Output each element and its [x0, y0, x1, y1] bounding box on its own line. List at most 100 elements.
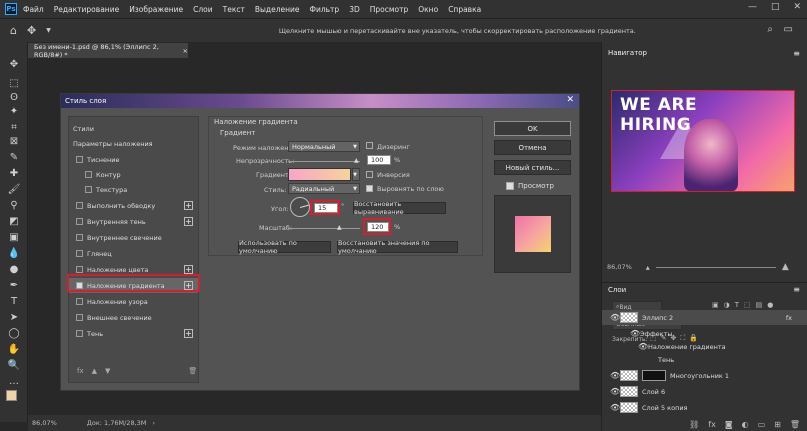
add-icon[interactable]: +: [184, 201, 193, 210]
eyedropper-icon[interactable]: ✎: [6, 150, 22, 164]
new-style-button[interactable]: Новый стиль...: [494, 160, 571, 175]
style-item-pattern-overlay[interactable]: Наложение узора: [69, 294, 198, 309]
slider-thumb-icon[interactable]: ▲: [337, 224, 342, 231]
fx-icon[interactable]: fx: [786, 314, 792, 322]
checkbox[interactable]: [76, 202, 83, 209]
menu-window[interactable]: Окно: [418, 5, 438, 14]
more-tools-icon[interactable]: …: [6, 374, 22, 388]
zoom-in-icon[interactable]: ▲: [782, 262, 789, 272]
navigator-title[interactable]: Навигатор: [608, 49, 647, 57]
reset-default-button[interactable]: Восстановить значения по умолчанию: [337, 239, 458, 255]
angle-dial[interactable]: [290, 197, 310, 217]
zoom-level[interactable]: 86,07%: [32, 419, 57, 427]
path-select-icon[interactable]: ➤: [6, 310, 22, 324]
menu-filter[interactable]: Фильтр: [310, 5, 340, 14]
marquee-tool-icon[interactable]: ⬚: [6, 76, 22, 90]
add-icon[interactable]: +: [184, 265, 193, 274]
ok-button[interactable]: OK: [494, 121, 571, 136]
checkbox[interactable]: [76, 234, 83, 241]
slider-thumb-icon[interactable]: ▲: [354, 157, 359, 164]
checkbox[interactable]: [85, 171, 92, 178]
reverse-checkbox[interactable]: [366, 171, 373, 178]
gradient-swatch[interactable]: [288, 168, 351, 181]
checkbox[interactable]: [76, 266, 83, 273]
checkbox[interactable]: [76, 314, 83, 321]
layer-row[interactable]: 👁 Эллипс 2 fx: [602, 310, 807, 325]
magic-wand-icon[interactable]: ✦: [6, 104, 22, 118]
scale-slider[interactable]: [288, 228, 360, 229]
style-item-bevel[interactable]: Тиснение: [69, 152, 198, 167]
layer-row[interactable]: 👁 Слой 6: [602, 384, 807, 399]
chevron-right-icon[interactable]: ›: [152, 419, 155, 427]
close-icon[interactable]: ✕: [566, 95, 574, 105]
eraser-tool-icon[interactable]: ◩: [6, 214, 22, 228]
menu-help[interactable]: Справка: [448, 5, 481, 14]
layers-title[interactable]: Слои: [608, 286, 626, 294]
search-icon[interactable]: ⌕: [767, 24, 773, 35]
panel-menu-icon[interactable]: ≡: [793, 285, 800, 294]
mask-icon[interactable]: ◙: [725, 420, 733, 429]
checkbox[interactable]: [76, 298, 83, 305]
eye-icon[interactable]: 👁: [610, 387, 620, 396]
blur-tool-icon[interactable]: 💧: [6, 246, 22, 260]
gradient-style-select[interactable]: Радиальный ▼: [288, 183, 360, 194]
menu-image[interactable]: Изображение: [129, 5, 183, 14]
eye-icon[interactable]: 👁: [610, 371, 620, 380]
chevron-down-icon[interactable]: ▼: [46, 27, 51, 34]
checkbox[interactable]: [76, 250, 83, 257]
preview-checkbox-checked[interactable]: [506, 182, 514, 190]
gradient-picker-arrow[interactable]: ▼: [352, 168, 360, 181]
close-tab-icon[interactable]: ×: [183, 47, 188, 55]
blend-mode-select[interactable]: Нормальный ▼: [288, 141, 360, 152]
link-icon[interactable]: ⛓: [689, 420, 699, 429]
trash-icon[interactable]: 🗑: [188, 367, 197, 375]
home-icon[interactable]: ⌂: [10, 24, 17, 37]
navigator-zoom[interactable]: 86,07%: [607, 263, 632, 271]
minimize-button[interactable]: —: [748, 2, 757, 12]
style-item-outer-glow[interactable]: Внешнее свечение: [69, 310, 198, 325]
layer-filter-icons[interactable]: ▣◑T⬚▤●: [712, 301, 778, 309]
document-tab[interactable]: Без имени-1.psd @ 86,1% (Эллипс 2, RGB/8…: [28, 43, 188, 59]
layer-effect-row[interactable]: Тень: [602, 352, 807, 367]
style-item-stroke[interactable]: Выполнить обводку +: [69, 198, 198, 213]
maximize-button[interactable]: □: [771, 2, 780, 12]
style-item-styles[interactable]: Стили: [69, 121, 198, 136]
style-item-satin[interactable]: Глянец: [69, 246, 198, 261]
style-item-inner-shadow[interactable]: Внутренняя тень +: [69, 214, 198, 229]
menu-3d[interactable]: 3D: [349, 5, 360, 14]
dialog-titlebar[interactable]: Стиль слоя ✕: [61, 94, 579, 108]
eye-icon[interactable]: 👁: [630, 329, 640, 338]
add-icon[interactable]: +: [184, 329, 193, 338]
style-item-inner-glow[interactable]: Внутреннее свечение: [69, 230, 198, 245]
checkbox[interactable]: [76, 330, 83, 337]
pen-tool-icon[interactable]: ✒: [6, 278, 22, 292]
style-item-drop-shadow[interactable]: Тень +: [69, 326, 198, 341]
panel-menu-icon[interactable]: ≡: [793, 49, 800, 58]
dodge-tool-icon[interactable]: ●: [6, 262, 22, 276]
new-layer-icon[interactable]: ⊞: [774, 420, 781, 429]
checkbox[interactable]: [76, 218, 83, 225]
workspace-icon[interactable]: ▭: [784, 24, 793, 35]
move-up-icon[interactable]: ▲: [92, 367, 97, 375]
checkbox[interactable]: [85, 186, 92, 193]
move-tool-icon[interactable]: ✥: [27, 24, 36, 37]
menu-select[interactable]: Выделение: [255, 5, 300, 14]
fx-icon[interactable]: fx: [77, 367, 84, 375]
zoom-slider[interactable]: [655, 266, 776, 268]
opacity-input[interactable]: 100: [367, 155, 391, 165]
move-tool-icon[interactable]: ✥: [6, 57, 22, 71]
cancel-button[interactable]: Отмена: [494, 140, 571, 155]
layer-row[interactable]: 👁 Слой 5 копия: [602, 400, 807, 415]
frame-tool-icon[interactable]: ⊠: [6, 134, 22, 148]
zoom-out-icon[interactable]: ▴: [646, 263, 650, 272]
eye-icon[interactable]: 👁: [610, 313, 620, 322]
foreground-color-swatch[interactable]: [6, 390, 17, 401]
menu-edit[interactable]: Редактирование: [54, 5, 119, 14]
menu-view[interactable]: Просмотр: [370, 5, 409, 14]
dither-checkbox[interactable]: [366, 142, 373, 149]
folder-icon[interactable]: ▭: [758, 420, 766, 429]
stamp-tool-icon[interactable]: ⚲: [6, 198, 22, 212]
make-default-button[interactable]: Использовать по умолчанию: [238, 239, 331, 255]
layer-row[interactable]: 👁 Многоугольник 1: [602, 368, 807, 383]
type-tool-icon[interactable]: T: [6, 294, 22, 308]
